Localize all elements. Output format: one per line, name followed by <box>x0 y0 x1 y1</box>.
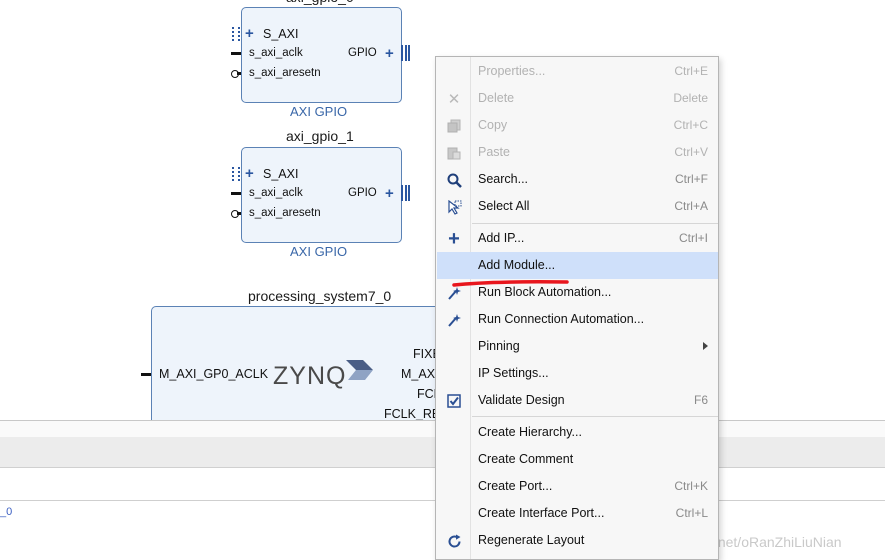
menu-item-select-all[interactable]: Select All Ctrl+A <box>437 193 718 220</box>
menu-item-shortcut: Ctrl+L <box>675 506 708 520</box>
port-label: s_axi_aclk <box>249 187 303 199</box>
menu-item-copy[interactable]: Copy Ctrl+C <box>437 112 718 139</box>
menu-item-create-hierarchy[interactable]: Create Hierarchy... <box>437 419 718 446</box>
menu-item-shortcut: Delete <box>673 91 708 105</box>
block-subtitle: AXI GPIO <box>290 244 348 259</box>
port-label: M_AXI_GP0_ACLK <box>159 367 269 381</box>
expand-plus-icon[interactable]: + <box>245 166 254 181</box>
menu-item-label: Pinning <box>478 339 520 353</box>
menu-item-label: Create Interface Port... <box>478 506 605 520</box>
zynq-logo-text: ZYNQ <box>273 362 347 390</box>
menu-item-paste[interactable]: Paste Ctrl+V <box>437 139 718 166</box>
menu-item-label: Search... <box>478 172 529 186</box>
bus-connector-icon <box>401 185 410 201</box>
validate-icon <box>445 392 463 410</box>
port-label: s_axi_aresetn <box>249 67 321 79</box>
menu-item-create-comment[interactable]: Create Comment <box>437 446 718 473</box>
menu-item-shortcut: Ctrl+E <box>674 64 708 78</box>
menu-item-shortcut: Ctrl+V <box>674 145 708 159</box>
menu-item-label: Add IP... <box>478 231 525 245</box>
menu-separator <box>472 416 718 417</box>
copy-icon <box>445 117 463 135</box>
menu-item-label: Create Comment <box>478 452 574 466</box>
pin-stub <box>237 212 241 215</box>
pin-stub <box>231 52 241 55</box>
port-label: s_axi_aclk <box>249 47 303 59</box>
menu-item-label: Validate Design <box>478 393 565 407</box>
menu-item-label: Add Module... <box>478 258 556 272</box>
port-label: S_AXI <box>263 167 299 181</box>
menu-item-shortcut: F6 <box>693 393 708 407</box>
menu-item-run-connection-automation[interactable]: Run Connection Automation... <box>437 306 718 333</box>
search-icon <box>445 171 463 189</box>
expand-plus-icon[interactable]: + <box>385 186 394 201</box>
menu-separator <box>472 223 718 224</box>
menu-item-validate-design[interactable]: Validate Design F6 <box>437 387 718 414</box>
menu-item-label: IP Settings... <box>478 366 549 380</box>
menu-item-label: Delete <box>478 91 515 105</box>
annotation-underline <box>452 280 569 287</box>
wand-icon <box>445 311 463 329</box>
port-label: M_AXI <box>401 367 439 381</box>
context-menu: Properties... Ctrl+E ✕ Delete Delete Cop… <box>435 56 719 560</box>
select-all-icon <box>445 198 463 216</box>
tcl-link[interactable]: _0 <box>0 506 12 518</box>
submenu-arrow-icon <box>703 342 708 350</box>
menu-item-label: Copy <box>478 118 508 132</box>
add-icon: + <box>448 227 460 250</box>
block-title: processing_system7_0 <box>248 288 392 304</box>
port-label: s_axi_aresetn <box>249 207 321 219</box>
menu-item-label: Create Hierarchy... <box>478 425 582 439</box>
menu-item-label: Create Port... <box>478 479 553 493</box>
expand-plus-icon[interactable]: + <box>245 26 254 41</box>
pin-stub <box>231 192 241 195</box>
menu-item-shortcut: Ctrl+A <box>674 199 708 213</box>
menu-item-label: Properties... <box>478 64 546 78</box>
refresh-icon <box>445 532 463 550</box>
interface-connector-icon <box>232 27 240 41</box>
paste-icon <box>445 144 463 162</box>
menu-item-shortcut: Ctrl+K <box>674 479 708 493</box>
delete-icon: ✕ <box>447 91 461 108</box>
zynq-logo-icon <box>346 360 373 380</box>
menu-item-ip-settings[interactable]: IP Settings... <box>437 360 718 387</box>
menu-item-shortcut: Ctrl+C <box>673 118 708 132</box>
menu-item-pinning[interactable]: Pinning <box>437 333 718 360</box>
pin-stub <box>141 373 151 376</box>
menu-item-create-port[interactable]: Create Port... Ctrl+K <box>437 473 718 500</box>
menu-item-label: Paste <box>478 145 510 159</box>
port-label: GPIO <box>348 47 377 59</box>
port-label: S_AXI <box>263 27 299 41</box>
port-label: GPIO <box>348 187 377 199</box>
menu-item-create-interface-port[interactable]: Create Interface Port... Ctrl+L <box>437 500 718 527</box>
menu-item-label: Run Connection Automation... <box>478 312 645 326</box>
block-title: axi_gpio_1 <box>286 128 354 144</box>
menu-item-delete[interactable]: ✕ Delete Delete <box>437 85 718 112</box>
port-label: FCLK_RE <box>384 407 441 420</box>
block-subtitle: AXI GPIO <box>290 104 348 119</box>
menu-item-shortcut: Ctrl+I <box>678 231 708 245</box>
menu-item-label: Select All <box>478 199 530 213</box>
menu-item-search[interactable]: Search... Ctrl+F <box>437 166 718 193</box>
block-title: axi_gpio_0 <box>286 0 354 5</box>
expand-plus-icon[interactable]: + <box>385 46 394 61</box>
interface-connector-icon <box>232 167 240 181</box>
menu-item-label: Regenerate Layout <box>478 533 585 547</box>
menu-item-add-module[interactable]: Add Module... <box>437 252 718 279</box>
bus-connector-icon <box>401 45 410 61</box>
pin-stub <box>237 72 241 75</box>
menu-item-shortcut: Ctrl+F <box>675 172 708 186</box>
menu-item-add-ip[interactable]: + Add IP... Ctrl+I <box>437 225 718 252</box>
menu-item-properties[interactable]: Properties... Ctrl+E <box>437 58 718 85</box>
menu-item-regenerate-layout[interactable]: Regenerate Layout <box>437 527 718 554</box>
